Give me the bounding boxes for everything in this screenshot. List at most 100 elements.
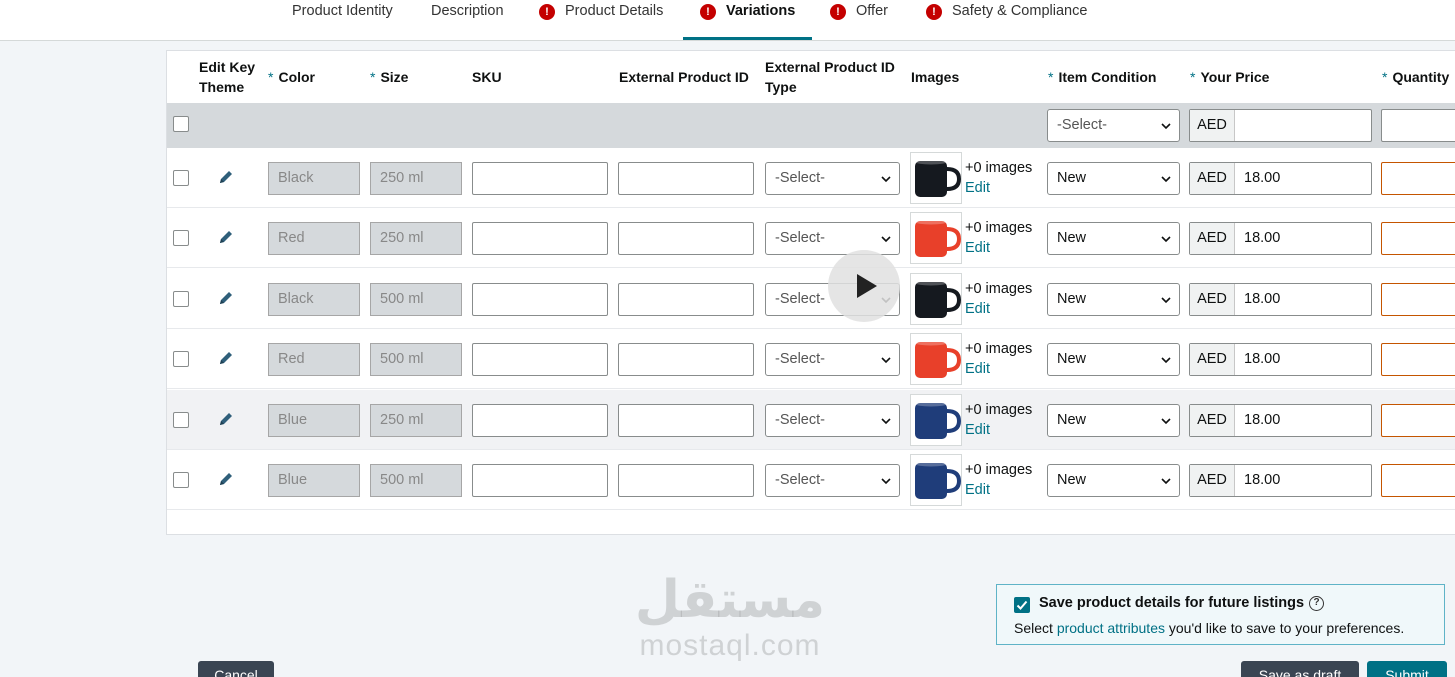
row-checkbox[interactable]: [173, 472, 189, 488]
play-icon: [857, 274, 877, 298]
external-id-type-select[interactable]: -Select-: [765, 404, 900, 437]
product-thumbnail[interactable]: [910, 394, 962, 446]
mug-image: [915, 280, 962, 318]
header-size: * Size: [370, 69, 409, 85]
product-attributes-link[interactable]: product attributes: [1057, 620, 1165, 636]
table-row: Blue 250 ml -Select- +0 images Edit New AED 18.…: [167, 390, 1455, 450]
condition-select[interactable]: New: [1047, 222, 1180, 255]
price-input[interactable]: AED 18.00: [1189, 404, 1372, 437]
condition-select[interactable]: New: [1047, 283, 1180, 316]
submit-button[interactable]: Submit: [1367, 661, 1447, 677]
external-id-input[interactable]: [618, 343, 754, 376]
price-input[interactable]: AED 18.00: [1189, 343, 1372, 376]
sku-input[interactable]: [472, 464, 608, 497]
quantity-input[interactable]: [1381, 404, 1455, 437]
help-icon[interactable]: ?: [1309, 596, 1324, 611]
table-row: Red 250 ml -Select- +0 images Edit New AED 18.0…: [167, 208, 1455, 268]
header-external-product-id: External Product ID: [619, 69, 749, 85]
quantity-input[interactable]: [1381, 162, 1455, 195]
price-input[interactable]: AED 18.00: [1189, 464, 1372, 497]
condition-select[interactable]: New: [1047, 404, 1180, 437]
quantity-input[interactable]: [1381, 222, 1455, 255]
condition-select[interactable]: New: [1047, 162, 1180, 195]
row-checkbox[interactable]: [173, 351, 189, 367]
product-thumbnail[interactable]: [910, 152, 962, 204]
sku-input[interactable]: [472, 283, 608, 316]
row-checkbox[interactable]: [173, 170, 189, 186]
error-icon: !: [830, 4, 846, 20]
tab-safety-compliance[interactable]: ! Safety & Compliance: [926, 0, 1087, 41]
save-as-draft-button[interactable]: Save as draft: [1241, 661, 1359, 677]
product-thumbnail[interactable]: [910, 273, 962, 325]
sku-input[interactable]: [472, 404, 608, 437]
sku-input[interactable]: [472, 162, 608, 195]
save-details-checkbox[interactable]: [1014, 597, 1030, 613]
size-field: 500 ml: [370, 343, 462, 376]
edit-images-link[interactable]: Edit: [965, 359, 990, 379]
tab-product-identity[interactable]: Product Identity: [292, 0, 393, 41]
tab-product-details[interactable]: ! Product Details: [539, 0, 663, 41]
tab-offer[interactable]: ! Offer: [830, 0, 888, 41]
external-id-type-select[interactable]: -Select-: [765, 343, 900, 376]
row-checkbox[interactable]: [173, 412, 189, 428]
error-icon: !: [700, 4, 716, 20]
price-input[interactable]: AED 18.00: [1189, 162, 1372, 195]
pencil-edit-icon[interactable]: [217, 289, 235, 307]
header-images: Images: [911, 69, 960, 85]
cancel-button[interactable]: Cancel: [198, 661, 274, 677]
row-checkbox[interactable]: [173, 291, 189, 307]
edit-images-link[interactable]: Edit: [965, 178, 990, 198]
external-id-input[interactable]: [618, 404, 754, 437]
chevron-down-icon: [881, 357, 891, 364]
header-your-price: * Your Price: [1190, 69, 1270, 85]
quantity-input[interactable]: [1381, 283, 1455, 316]
product-thumbnail[interactable]: [910, 212, 962, 264]
image-count: +0 images: [965, 220, 1033, 236]
pencil-edit-icon[interactable]: [217, 470, 235, 488]
external-id-type-select[interactable]: -Select-: [765, 162, 900, 195]
color-field: Black: [268, 162, 360, 195]
image-count: +0 images: [965, 462, 1033, 478]
chevron-down-icon: [1161, 123, 1171, 130]
pencil-edit-icon[interactable]: [217, 410, 235, 428]
external-id-input[interactable]: [618, 464, 754, 497]
chevron-down-icon: [1161, 418, 1171, 425]
external-id-input[interactable]: [618, 283, 754, 316]
quantity-input[interactable]: [1381, 343, 1455, 376]
sku-input[interactable]: [472, 222, 608, 255]
row-checkbox[interactable]: [173, 230, 189, 246]
bulk-condition-select[interactable]: -Select-: [1047, 109, 1180, 142]
edit-images-link[interactable]: Edit: [965, 299, 990, 319]
pencil-edit-icon[interactable]: [217, 349, 235, 367]
external-id-input[interactable]: [618, 162, 754, 195]
sku-input[interactable]: [472, 343, 608, 376]
tab-variations[interactable]: ! Variations: [700, 0, 795, 41]
image-count: +0 images: [965, 402, 1033, 418]
bulk-edit-row: -Select- AED: [167, 103, 1455, 148]
product-thumbnail[interactable]: [910, 454, 962, 506]
mug-image: [915, 159, 962, 197]
product-thumbnail[interactable]: [910, 333, 962, 385]
tab-description[interactable]: Description: [431, 0, 504, 41]
chevron-down-icon: [1161, 176, 1171, 183]
edit-images-link[interactable]: Edit: [965, 480, 990, 500]
price-input[interactable]: AED 18.00: [1189, 283, 1372, 316]
edit-images-link[interactable]: Edit: [965, 238, 990, 258]
pencil-edit-icon[interactable]: [217, 168, 235, 186]
external-id-type-select[interactable]: -Select-: [765, 464, 900, 497]
bulk-quantity-input[interactable]: [1381, 109, 1455, 142]
edit-images-link[interactable]: Edit: [965, 420, 990, 440]
pencil-edit-icon[interactable]: [217, 228, 235, 246]
chevron-down-icon: [881, 478, 891, 485]
checkmark-icon: [1016, 600, 1028, 610]
price-input[interactable]: AED 18.00: [1189, 222, 1372, 255]
header-external-product-id-type: External Product ID Type: [765, 59, 895, 95]
bulk-price-input[interactable]: AED: [1189, 109, 1372, 142]
select-all-checkbox[interactable]: [173, 116, 189, 132]
quantity-input[interactable]: [1381, 464, 1455, 497]
condition-select[interactable]: New: [1047, 464, 1180, 497]
variations-table: Edit Key Theme * Color * Size SKU External…: [166, 50, 1455, 535]
external-id-input[interactable]: [618, 222, 754, 255]
video-play-button[interactable]: [828, 250, 900, 322]
condition-select[interactable]: New: [1047, 343, 1180, 376]
